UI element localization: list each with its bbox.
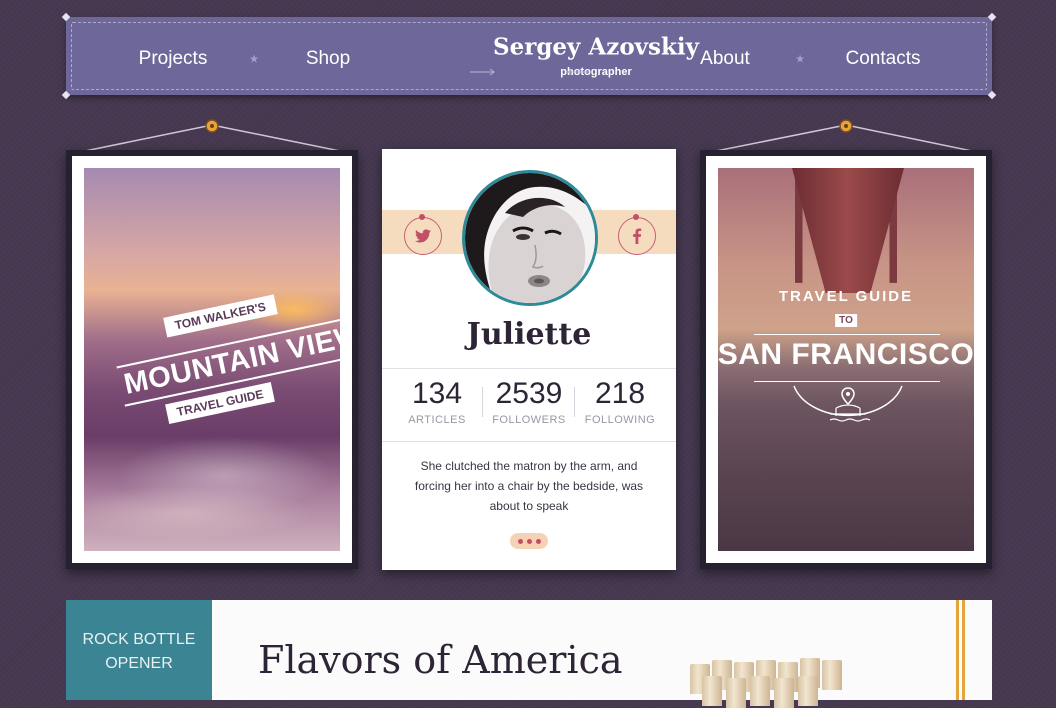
facebook-button[interactable] — [618, 217, 656, 255]
social-dot-decoration — [633, 214, 639, 220]
stat-label: FOLLOWERS — [492, 414, 566, 426]
stat-value: 218 — [594, 377, 646, 410]
mountain-view-poster[interactable]: TOM WALKER'S MOUNTAIN VIEW TRAVEL GUIDE — [66, 150, 358, 569]
cork — [750, 676, 770, 706]
dot-icon — [526, 538, 532, 544]
pin-icon — [839, 119, 853, 133]
product-section: ROCK BOTTLE OPENER Flavors of America — [66, 600, 992, 708]
profile-card: Juliette 134 ARTICLES 2539 FOLLOWERS 218… — [382, 149, 676, 570]
poster-line-author: TOM WALKER'S — [163, 294, 278, 338]
product-tag-line: ROCK BOTTLE — [82, 631, 196, 648]
poster-to-label: TO — [835, 314, 857, 327]
nav-link-contacts[interactable]: Contacts — [846, 48, 921, 70]
profile-stats: 134 ARTICLES 2539 FOLLOWERS 218 FOLLOWIN… — [382, 368, 676, 442]
nav-corner-ornament — [987, 12, 997, 22]
stat-value: 134 — [411, 377, 463, 410]
accent-stripe — [962, 600, 965, 700]
profile-name: Juliette — [466, 317, 592, 352]
stat-following[interactable]: 218 FOLLOWING — [580, 377, 660, 426]
nav-corner-ornament — [987, 90, 997, 100]
cork — [822, 660, 842, 690]
cork — [702, 676, 722, 706]
nav-link-shop[interactable]: Shop — [306, 48, 350, 70]
stat-divider — [574, 387, 575, 417]
nav-star-icon: ★ — [795, 53, 805, 66]
stat-label: ARTICLES — [408, 414, 466, 426]
arrow-right-icon — [470, 68, 495, 76]
mountain-photo: TOM WALKER'S MOUNTAIN VIEW TRAVEL GUIDE — [84, 168, 340, 551]
social-dot-decoration — [419, 214, 425, 220]
stat-value: 2539 — [495, 377, 563, 410]
portrait-photo — [465, 173, 595, 303]
facebook-icon — [633, 228, 642, 244]
more-options-button[interactable] — [510, 533, 548, 549]
bridge-tower — [792, 168, 904, 293]
nav-corner-ornament — [61, 12, 71, 22]
avatar[interactable] — [462, 170, 598, 306]
san-francisco-poster[interactable]: TRAVEL GUIDE TO SAN FRANCISCO — [700, 150, 992, 569]
dot-icon — [535, 538, 541, 544]
section-title: Flavors of America — [258, 638, 623, 682]
pin-icon — [205, 119, 219, 133]
dot-icon — [517, 538, 523, 544]
stat-articles[interactable]: 134 ARTICLES — [397, 377, 477, 426]
nav-corner-ornament — [61, 90, 71, 100]
poster-rule — [754, 334, 940, 335]
bridge-photo: TRAVEL GUIDE TO SAN FRANCISCO — [718, 168, 974, 551]
stat-label: FOLLOWING — [584, 414, 656, 426]
cork — [774, 678, 794, 708]
product-tag[interactable]: ROCK BOTTLE OPENER — [66, 600, 212, 700]
location-pin-icon — [793, 385, 903, 422]
profile-bio: She clutched the matron by the arm, and … — [414, 459, 644, 513]
poster-rule — [754, 381, 940, 382]
twitter-icon — [415, 229, 431, 243]
poster-arc-text: TRAVEL GUIDE — [778, 288, 914, 305]
arrow-left-icon — [567, 68, 592, 76]
cork — [726, 678, 746, 708]
poster-title: SAN FRANCISCO — [718, 338, 974, 371]
cork — [798, 676, 818, 706]
accent-stripe — [956, 600, 959, 700]
stat-followers[interactable]: 2539 FOLLOWERS — [489, 377, 569, 426]
nav-link-projects[interactable]: Projects — [139, 48, 208, 70]
brand-name: Sergey Azovskiy — [492, 33, 700, 61]
nav-star-icon: ★ — [249, 53, 259, 66]
top-navigation-bar: Projects ★ Shop Sergey Azovskiy photogra… — [61, 12, 997, 100]
stat-divider — [482, 387, 483, 417]
nav-link-about[interactable]: About — [700, 48, 750, 70]
product-tag-line: OPENER — [105, 655, 173, 672]
twitter-button[interactable] — [404, 217, 442, 255]
